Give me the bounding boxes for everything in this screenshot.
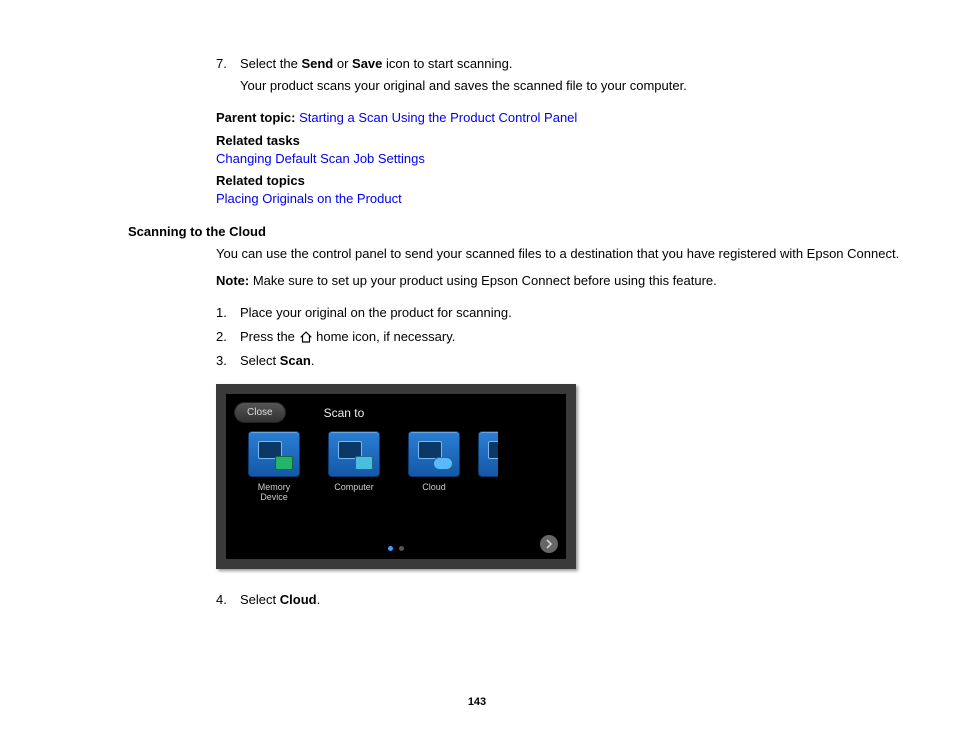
step-number: 3. (216, 352, 240, 370)
parent-topic-label: Parent topic: (216, 110, 295, 125)
panel-title: Scan to (324, 406, 365, 420)
step-text: Select Cloud. (240, 591, 914, 609)
related-tasks-label: Related tasks (216, 132, 914, 150)
text: icon to start scanning. (382, 56, 512, 71)
section-intro: You can use the control panel to send yo… (216, 245, 914, 263)
memory-device-icon (248, 431, 300, 477)
text-bold: Send (301, 56, 333, 71)
close-button[interactable]: Close (234, 402, 286, 423)
text: or (333, 56, 352, 71)
section-heading: Scanning to the Cloud (128, 224, 914, 239)
scan-option-cloud[interactable]: Cloud (398, 431, 470, 503)
step-3: 3. Select Scan. (216, 352, 914, 370)
scan-option-next-partial[interactable] (478, 431, 498, 503)
step-number: 1. (216, 304, 240, 322)
related-topics-label: Related topics (216, 172, 914, 190)
text: Select the (240, 56, 301, 71)
text: . (317, 592, 321, 607)
parent-topic-link[interactable]: Starting a Scan Using the Product Contro… (299, 110, 577, 125)
option-label: Memory Device (238, 483, 310, 503)
text-bold: Scan (280, 353, 311, 368)
page-number: 143 (0, 696, 954, 708)
step-number: 4. (216, 591, 240, 609)
text: Press the (240, 329, 299, 344)
scan-panel-screen: Close Scan to Memory Device Computer Clo… (226, 394, 566, 559)
next-option-icon (478, 431, 498, 477)
step-4: 4. Select Cloud. (216, 591, 914, 609)
computer-icon (328, 431, 380, 477)
scan-option-memory-device[interactable]: Memory Device (238, 431, 310, 503)
note-paragraph: Note: Make sure to set up your product u… (216, 272, 914, 290)
step-1: 1. Place your original on the product fo… (216, 304, 914, 322)
text: Select (240, 353, 280, 368)
step-text: Press the home icon, if necessary. (240, 328, 914, 346)
step-text: Select the Send or Save icon to start sc… (240, 55, 914, 103)
step-text: Select Scan. (240, 352, 914, 370)
parent-topic-row: Parent topic: Starting a Scan Using the … (216, 109, 914, 127)
scan-option-computer[interactable]: Computer (318, 431, 390, 503)
related-tasks-link[interactable]: Changing Default Scan Job Settings (216, 151, 425, 166)
step-text: Place your original on the product for s… (240, 304, 914, 322)
step-number: 7. (216, 55, 240, 103)
related-tasks-row: Related tasks Changing Default Scan Job … (216, 132, 914, 168)
chevron-right-icon (544, 539, 554, 549)
text: Select (240, 592, 280, 607)
note-label: Note: (216, 273, 249, 288)
next-arrow-button[interactable] (540, 535, 558, 553)
scan-panel-figure: Close Scan to Memory Device Computer Clo… (216, 384, 576, 569)
dot-active (388, 546, 393, 551)
option-label: Cloud (398, 483, 470, 493)
cloud-icon (408, 431, 460, 477)
step-2: 2. Press the home icon, if necessary. (216, 328, 914, 346)
home-icon (299, 329, 313, 344)
text-bold: Cloud (280, 592, 317, 607)
text-bold: Save (352, 56, 382, 71)
page-dots (388, 546, 404, 551)
related-topics-link[interactable]: Placing Originals on the Product (216, 191, 402, 206)
related-topics-row: Related topics Placing Originals on the … (216, 172, 914, 208)
text: . (311, 353, 315, 368)
step-number: 2. (216, 328, 240, 346)
note-text: Make sure to set up your product using E… (249, 273, 717, 288)
option-label: Computer (318, 483, 390, 493)
dot (399, 546, 404, 551)
step-7: 7. Select the Send or Save icon to start… (216, 55, 914, 103)
step-subtext: Your product scans your original and sav… (240, 77, 914, 95)
text: home icon, if necessary. (313, 329, 456, 344)
